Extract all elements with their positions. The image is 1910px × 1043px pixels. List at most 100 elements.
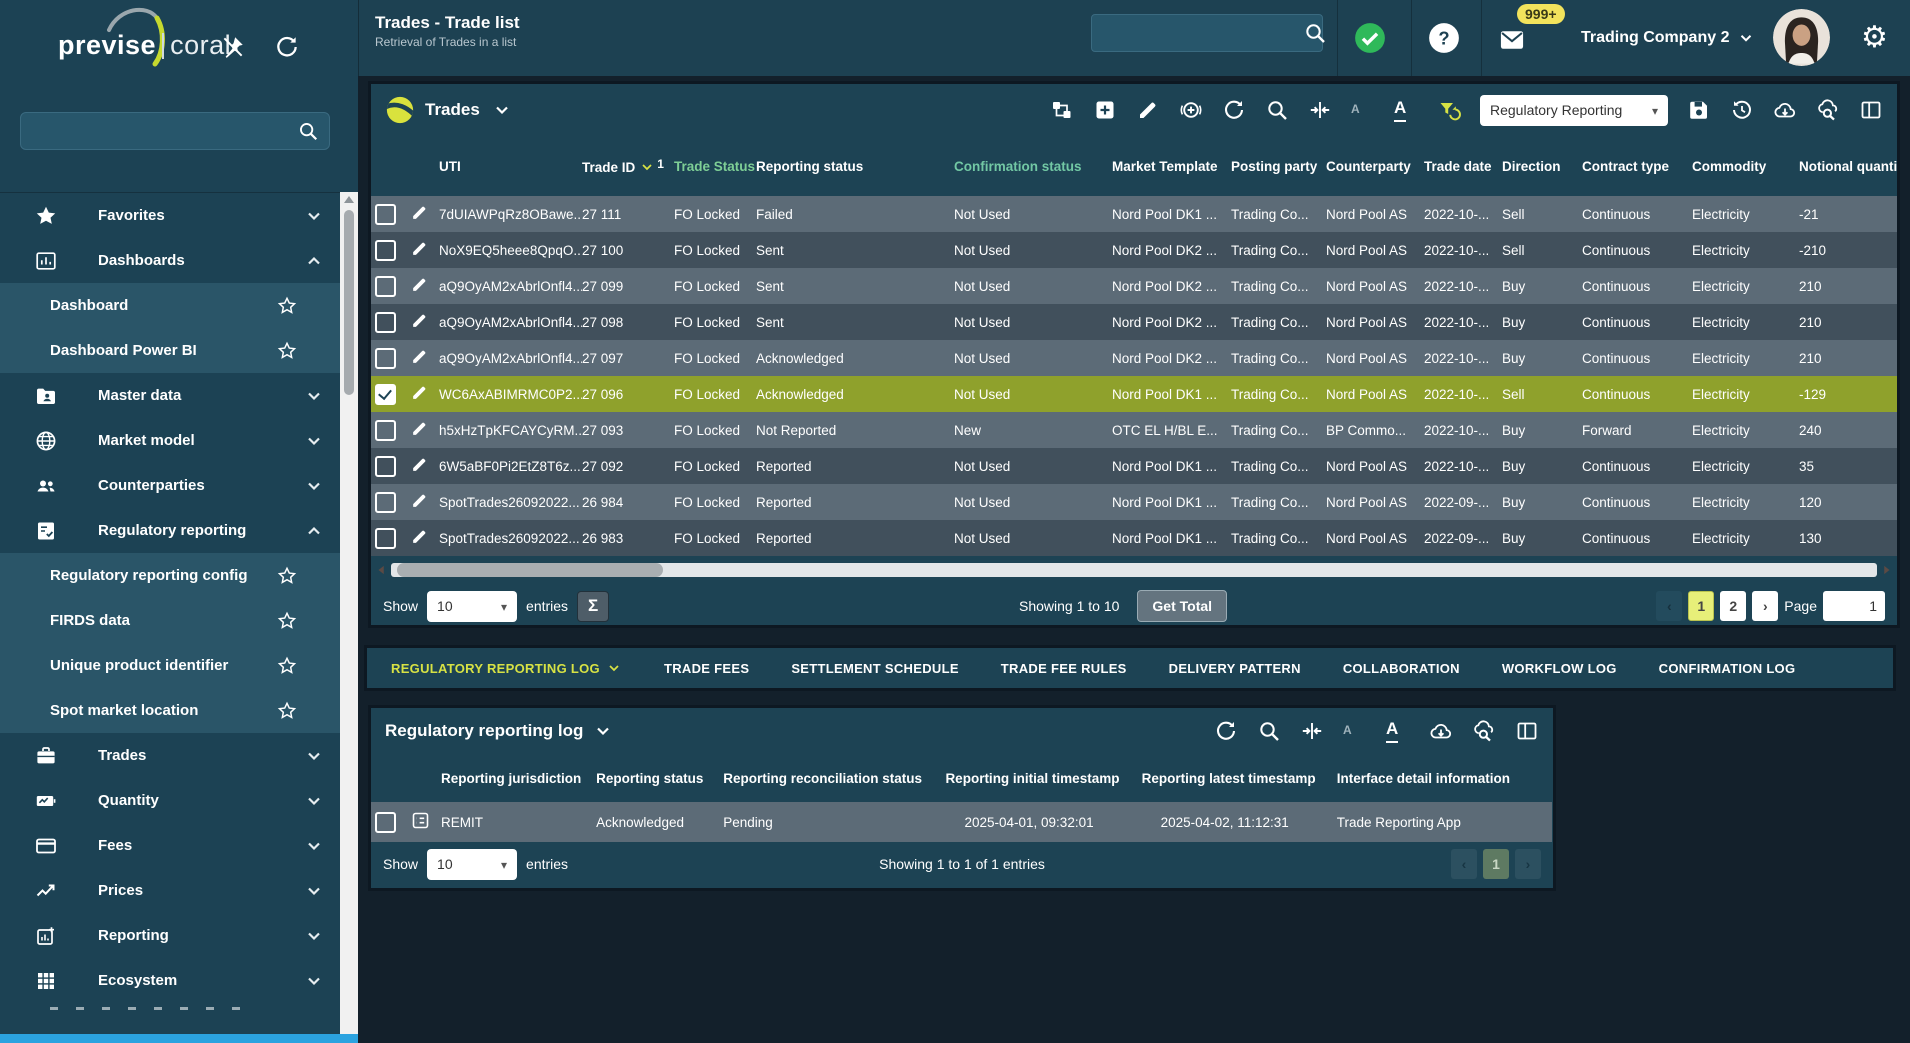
scrollbar-track[interactable] [391,563,1877,577]
layout-columns-icon[interactable] [1515,719,1539,743]
col-uti[interactable]: UTI [439,136,582,196]
star-outline-icon[interactable] [276,565,298,587]
col-trade-date[interactable]: Trade date [1424,136,1502,196]
col-confirmation-status[interactable]: Confirmation status [954,136,1112,196]
next-page-button[interactable]: › [1752,591,1778,621]
font-size-large-icon[interactable]: A [1386,719,1410,743]
scroll-left-icon[interactable] [375,563,389,577]
layout-columns-icon[interactable] [1859,98,1883,122]
sidebar-subitem-spot-market-location[interactable]: Spot market location [0,688,340,733]
table-row[interactable]: SpotTrades26092022...26 983FO LockedRepo… [371,520,1897,556]
page-button-1[interactable]: 1 [1483,849,1509,879]
sidebar-item-quantity[interactable]: Quantity [0,778,340,823]
col-interface-detail-information[interactable]: Interface detail information [1337,754,1552,802]
scrollbar-up-arrow-icon[interactable] [344,196,354,203]
avatar[interactable] [1773,9,1830,66]
hierarchy-view-icon[interactable] [1050,98,1074,122]
row-checkbox[interactable] [375,240,396,261]
edit-row-icon[interactable] [410,347,429,366]
add-trade-icon[interactable] [1093,98,1117,122]
sidebar-subitem-dashboard[interactable]: Dashboard [0,283,340,328]
tab-collaboration[interactable]: COLLABORATION [1343,661,1460,676]
search-icon[interactable] [1257,719,1281,743]
row-checkbox[interactable] [375,812,396,833]
help-icon[interactable]: ? [1427,21,1461,55]
sidebar-scrollbar-thumb[interactable] [344,210,354,395]
global-search-input[interactable] [1100,24,1303,43]
chevron-down-icon[interactable] [593,721,613,741]
clear-filter-icon[interactable] [1437,98,1461,122]
sidebar-subitem-regulatory-reporting-config[interactable]: Regulatory reporting config [0,553,340,598]
tab-confirmation-log[interactable]: CONFIRMATION LOG [1659,661,1796,676]
search-icon[interactable] [297,120,319,142]
chevron-down-icon[interactable] [492,100,512,120]
table-row[interactable]: SpotTrades26092022...26 984FO LockedRepo… [371,484,1897,520]
restore-history-icon[interactable] [1730,98,1754,122]
sidebar-item-prices[interactable]: Prices [0,868,340,913]
row-checkbox[interactable] [375,276,396,297]
page-size-select[interactable]: 10 ▾ [427,591,517,622]
tab-regulatory-reporting-log[interactable]: REGULATORY REPORTING LOG [391,660,622,676]
refresh-icon[interactable] [1222,98,1246,122]
col-reporting-jurisdiction[interactable]: Reporting jurisdiction [441,754,596,802]
tab-trade-fee-rules[interactable]: TRADE FEE RULES [1001,661,1127,676]
edit-icon[interactable] [1136,98,1160,122]
refresh-menu-icon[interactable] [274,34,300,60]
edit-row-icon[interactable] [410,239,429,258]
sidebar-item-regulatory-reporting[interactable]: Regulatory reporting [0,508,340,553]
page-number-input[interactable] [1823,591,1885,621]
sidebar-item-counterparties[interactable]: Counterparties [0,463,340,508]
tab-workflow-log[interactable]: WORKFLOW LOG [1502,661,1617,676]
row-checkbox[interactable] [375,420,396,441]
page-button-2[interactable]: 2 [1720,591,1746,621]
edit-row-icon[interactable] [410,527,429,546]
row-checkbox[interactable] [375,384,396,405]
font-size-large-icon[interactable]: A [1394,98,1418,122]
edit-row-icon[interactable] [410,455,429,474]
cloud-download-icon[interactable] [1773,98,1797,122]
view-select[interactable]: Regulatory Reporting ▾ [1480,95,1668,126]
sidebar-subitem-unique-product-identifier[interactable]: Unique product identifier [0,643,340,688]
sidebar-item-fees[interactable]: Fees [0,823,340,868]
col-notional-quantity[interactable]: Notional quantity [1799,136,1897,196]
edit-row-icon[interactable] [410,275,429,294]
row-checkbox[interactable] [375,528,396,549]
row-checkbox[interactable] [375,456,396,477]
add-to-group-icon[interactable] [1179,98,1203,122]
col-reporting-initial-timestamp[interactable]: Reporting initial timestamp [945,754,1141,802]
col-trade-id[interactable]: Trade ID1 [582,136,674,196]
row-checkbox[interactable] [375,204,396,225]
fit-columns-icon[interactable] [1308,98,1332,122]
get-total-button[interactable]: Get Total [1137,590,1227,622]
col-reporting-status[interactable]: Reporting status [756,136,954,196]
star-outline-icon[interactable] [276,700,298,722]
cloud-download-icon[interactable] [1429,719,1453,743]
col-direction[interactable]: Direction [1502,136,1582,196]
table-row[interactable]: NoX9EQ5heee8QpqO...27 100FO LockedSentNo… [371,232,1897,268]
table-row[interactable]: 7dUIAWPqRz8OBawe...27 111FO LockedFailed… [371,196,1897,232]
table-row[interactable]: h5xHzTpKFCAYCyRM...27 093FO LockedNot Re… [371,412,1897,448]
page-button-1[interactable]: 1 [1688,591,1714,621]
search-icon[interactable] [1265,98,1289,122]
sidebar-subitem-firds-data[interactable]: FIRDS data [0,598,340,643]
scrollbar-thumb[interactable] [397,563,663,577]
col-reporting-latest-timestamp[interactable]: Reporting latest timestamp [1142,754,1337,802]
sidebar-item-reporting[interactable]: Reporting [0,913,340,958]
sidebar-scrollbar[interactable] [340,192,358,1034]
row-checkbox[interactable] [375,348,396,369]
edit-row-icon[interactable] [410,203,429,222]
table-row[interactable]: aQ9OyAM2xAbrlOnfl4...27 097FO LockedAckn… [371,340,1897,376]
star-outline-icon[interactable] [276,295,298,317]
edit-row-icon[interactable] [410,311,429,330]
trades-panel-title[interactable]: Trades [425,100,480,120]
col-reporting-reconciliation-status[interactable]: Reporting reconciliation status [723,754,945,802]
scroll-right-icon[interactable] [1879,563,1893,577]
col-trade-status[interactable]: Trade Status [674,136,756,196]
sidebar-item-favorites[interactable]: Favorites [0,193,340,238]
col-posting-party[interactable]: Posting party [1231,136,1326,196]
sidebar-item-ecosystem[interactable]: Ecosystem [0,958,340,1003]
table-row[interactable]: 6W5aBF0Pi2EtZ8T6z...27 092FO LockedRepor… [371,448,1897,484]
sidebar-subitem-dashboard-power-bi[interactable]: Dashboard Power BI [0,328,340,373]
gear-icon[interactable]: ⚙ [1861,22,1893,54]
sidebar-item-market-model[interactable]: Market model [0,418,340,463]
